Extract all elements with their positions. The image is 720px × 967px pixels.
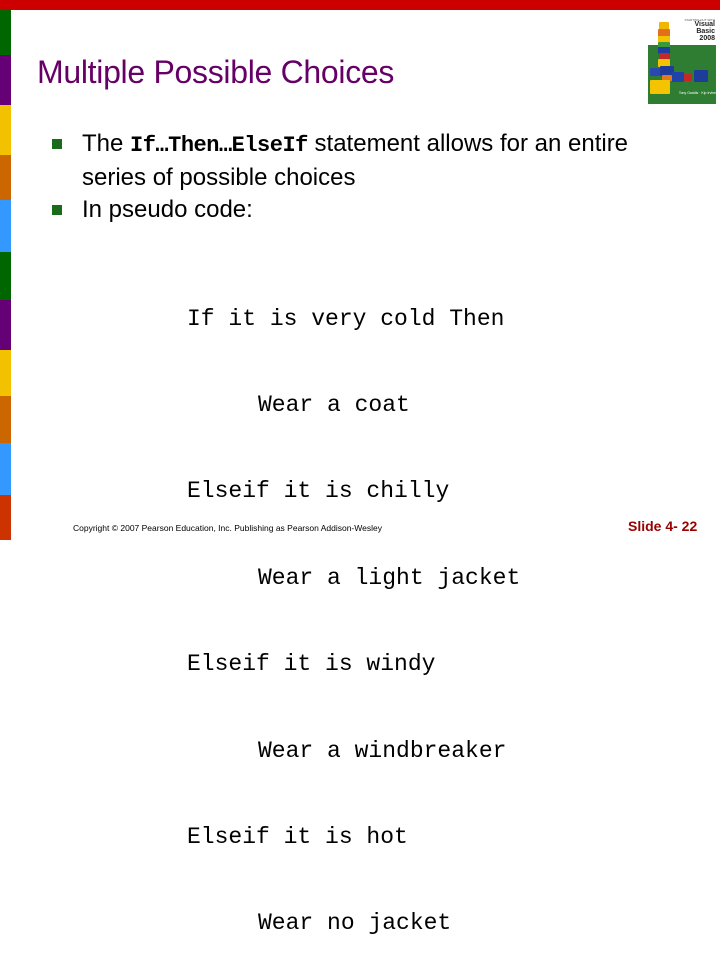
- book-cover-image: STARTING OUT WITH Visual Basic 2008 Tony…: [648, 18, 716, 104]
- side-strip-segment: [0, 300, 11, 350]
- bullet-item: In pseudo code:: [46, 194, 686, 226]
- side-strip-segment: [0, 200, 11, 252]
- side-strip-segment: [0, 252, 11, 300]
- side-strip-segment: [0, 155, 11, 200]
- book-cover-authors: Tony Gaddis · Kip Irvine: [678, 91, 716, 95]
- lego-brick: [650, 80, 670, 94]
- top-accent-bar: [0, 0, 720, 10]
- side-strip-segment: [0, 10, 11, 55]
- book-cover-title-line1: Visual Basic: [694, 21, 716, 35]
- side-strip-segment: [0, 350, 11, 396]
- side-strip-segment: [0, 105, 11, 155]
- lego-brick: [694, 70, 708, 82]
- bullet-text: In pseudo code:: [82, 196, 253, 223]
- copyright-footer: Copyright © 2007 Pearson Education, Inc.…: [73, 523, 382, 533]
- slide-number: Slide 4- 22: [628, 518, 698, 534]
- pseudo-code-line: Elseif it is chilly: [187, 478, 450, 505]
- pseudo-code-line: Elseif it is hot: [187, 823, 408, 850]
- pseudo-code-block: If it is very cold Then Wear a coat Else…: [187, 247, 520, 967]
- bullet-list: The If…Then…ElseIf statement allows for …: [46, 128, 686, 226]
- book-cover-title: Visual Basic 2008: [677, 21, 716, 42]
- book-cover-title-line2: 2008: [699, 35, 715, 42]
- side-strip-segment: [0, 55, 11, 105]
- lego-brick: [650, 68, 660, 76]
- square-bullet-icon: [52, 205, 62, 215]
- pseudo-code-line: Wear a windbreaker: [258, 737, 507, 764]
- pseudo-code-line: Wear a coat: [258, 391, 410, 418]
- side-strip-segment: [0, 443, 11, 495]
- bullet-item: The If…Then…ElseIf statement allows for …: [46, 128, 686, 194]
- bullet-code: If…Then…ElseIf: [130, 133, 308, 158]
- pseudo-code-line: Elseif it is windy: [187, 651, 436, 678]
- pseudo-code-line: If it is very cold Then: [187, 305, 505, 332]
- pseudo-code-line: Wear no jacket: [258, 910, 452, 937]
- pseudo-code-line: Wear a light jacket: [258, 564, 521, 591]
- square-bullet-icon: [52, 139, 62, 149]
- lego-brick: [672, 72, 684, 82]
- side-color-strip: [0, 10, 11, 540]
- lego-brick: [684, 74, 692, 81]
- side-strip-segment: [0, 396, 11, 443]
- bullet-text: The: [82, 130, 131, 157]
- side-strip-segment: [0, 495, 11, 540]
- slide-title: Multiple Possible Choices: [37, 54, 395, 90]
